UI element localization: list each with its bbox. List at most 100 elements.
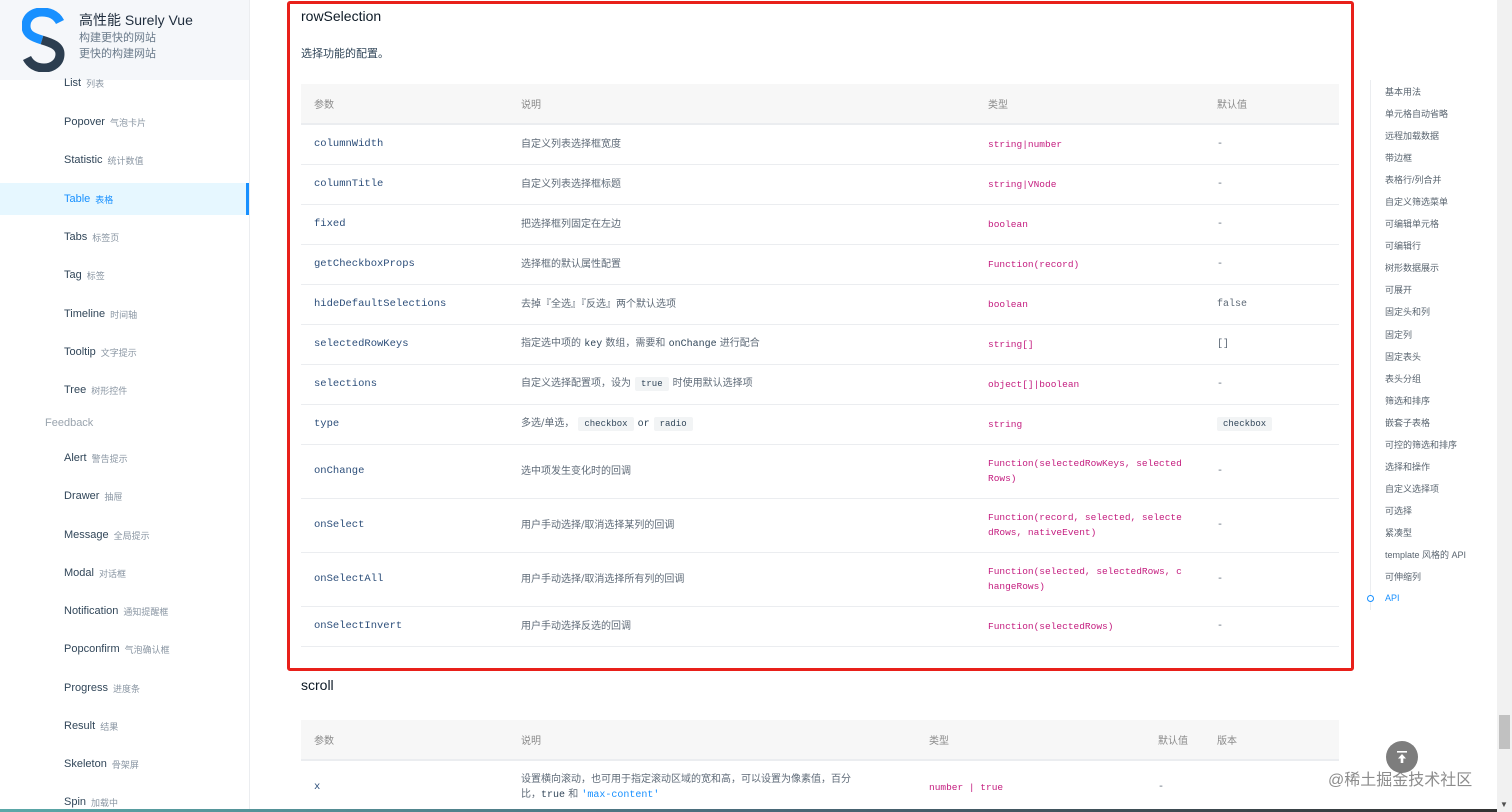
page-scrollbar[interactable]: ▼: [1497, 0, 1512, 812]
code-tag: checkbox: [1217, 416, 1273, 431]
sidebar-item-label: Alert: [64, 452, 87, 464]
toc-item[interactable]: 固定表头: [1385, 350, 1421, 363]
param-default: -: [1204, 444, 1339, 499]
toc-item[interactable]: 筛选和排序: [1385, 394, 1430, 407]
sidebar-item-popconfirm[interactable]: Popconfirm 气泡确认框: [0, 633, 249, 665]
toc-item[interactable]: 可伸缩列: [1385, 570, 1421, 583]
inline-code: 'max-content': [581, 789, 660, 801]
param-name: type: [301, 404, 508, 445]
desc-text: 进行配合: [716, 338, 760, 349]
scroll-down-arrow-icon[interactable]: ▼: [1500, 800, 1508, 809]
sidebar-item-timeline[interactable]: Timeline 时间轴: [0, 298, 249, 330]
param-desc: 选中项发生变化时的回调: [508, 444, 975, 499]
param-desc: 去掉『全选』『反选』两个默认选项: [508, 284, 975, 325]
param-type: object[]|boolean: [975, 364, 1204, 405]
toc-item[interactable]: 选择和操作: [1385, 460, 1430, 473]
toc-item[interactable]: 可展开: [1385, 283, 1412, 296]
sidebar-item-tabs[interactable]: Tabs 标签页: [0, 221, 249, 253]
param-desc: 设置横向滚动，也可用于指定滚动区域的宽和高，可以设置为像素值，百分 比，true…: [508, 760, 916, 812]
sidebar-item-message[interactable]: Message 全局提示: [0, 519, 249, 551]
toc-item[interactable]: 可编辑行: [1385, 239, 1421, 252]
param-default: -: [1204, 364, 1339, 405]
table-row: columnTitle 自定义列表选择框标题 string|VNode -: [301, 164, 1339, 205]
sidebar-item-drawer[interactable]: Drawer 抽屉: [0, 480, 249, 512]
code-tag: radio: [653, 417, 693, 431]
param-name: onSelect: [301, 498, 508, 553]
toc-item[interactable]: 单元格自动省略: [1385, 107, 1448, 120]
param-type: string|VNode: [975, 164, 1204, 205]
toc-item[interactable]: 基本用法: [1385, 85, 1421, 98]
param-name: getCheckboxProps: [301, 244, 508, 285]
toc-item[interactable]: 自定义选择项: [1385, 482, 1439, 495]
column-header-version: 版本: [1204, 720, 1339, 761]
desc-text: 时使用默认选择项: [672, 378, 753, 389]
sidebar-item-notification[interactable]: Notification 通知提醒框: [0, 595, 249, 627]
column-header-param: 参数: [301, 720, 508, 761]
param-type: boolean: [975, 284, 1204, 325]
sidebar-item-cn: 进度条: [113, 683, 141, 694]
param-desc: 指定选中项的 key 数组，需要和 onChange 进行配合: [508, 324, 975, 365]
toc-item[interactable]: 可选择: [1385, 504, 1412, 517]
sidebar-item-statistic[interactable]: Statistic 统计数值: [0, 144, 249, 176]
toc-item[interactable]: 树形数据展示: [1385, 261, 1439, 274]
column-header-type: 类型: [975, 84, 1204, 125]
toc-item[interactable]: 嵌套子表格: [1385, 416, 1430, 429]
param-desc: 自定义列表选择框宽度: [508, 124, 975, 165]
toc-item[interactable]: 远程加载数据: [1385, 129, 1439, 142]
toc-item-active[interactable]: API: [1385, 593, 1400, 603]
inline-code: true: [541, 789, 566, 801]
sidebar-item-label: Tree: [64, 384, 87, 396]
sidebar-item-cn: 气泡卡片: [109, 117, 146, 128]
param-name: columnTitle: [301, 164, 508, 205]
param-name: onChange: [301, 444, 508, 499]
toc-item[interactable]: 带边框: [1385, 151, 1412, 164]
param-name: x: [301, 760, 508, 812]
scrollbar-thumb[interactable]: [1499, 715, 1510, 749]
toc-item[interactable]: 固定列: [1385, 328, 1412, 341]
toc-item[interactable]: 表格行/列合并: [1385, 173, 1442, 186]
sidebar-item-skeleton[interactable]: Skeleton 骨架屏: [0, 748, 249, 780]
param-desc: 自定义列表选择框标题: [508, 164, 975, 205]
param-name: onSelectAll: [301, 552, 508, 607]
sidebar-item-tooltip[interactable]: Tooltip 文字提示: [0, 336, 249, 368]
toc-item[interactable]: 自定义筛选菜单: [1385, 195, 1448, 208]
code-tag: checkbox: [578, 417, 634, 431]
column-header-desc: 说明: [508, 84, 975, 125]
sidebar-item-list[interactable]: List 列表: [0, 68, 249, 98]
sidebar-item-cn: 警告提示: [91, 453, 128, 464]
row-selection-title: rowSelection: [301, 8, 382, 24]
sidebar-item-alert[interactable]: Alert 警告提示: [0, 442, 249, 474]
param-name: selections: [301, 364, 508, 405]
table-row: fixed 把选择框列固定在左边 boolean -: [301, 204, 1339, 245]
desc-text: 比，: [521, 788, 541, 800]
sidebar-item-cn: 列表: [86, 78, 105, 89]
sidebar-item-tag[interactable]: Tag 标签: [0, 259, 249, 291]
toc-item[interactable]: template 风格的 API: [1385, 548, 1466, 561]
toc-item[interactable]: 紧凑型: [1385, 526, 1412, 539]
param-desc: 用户手动选择反选的回调: [508, 606, 975, 647]
toc-item[interactable]: 固定头和列: [1385, 305, 1430, 318]
desc-text: 数组，需要和: [602, 338, 669, 349]
sidebar-item-cn: 对话框: [98, 568, 126, 579]
sidebar-item-label: Progress: [64, 682, 109, 694]
sidebar-item-cn: 骨架屏: [111, 759, 139, 770]
sidebar-item-result[interactable]: Result 结果: [0, 710, 249, 742]
param-desc: 自定义选择配置项，设为 true 时使用默认选择项: [508, 364, 975, 405]
table-row: onSelect 用户手动选择/取消选择某列的回调 Function(recor…: [301, 498, 1339, 553]
sidebar-item-table[interactable]: Table 表格: [0, 183, 249, 215]
row-selection-api-table: 参数 说明 类型 默认值 columnWidth 自定义列表选择框宽度 stri…: [301, 84, 1339, 647]
sidebar-item-label: Drawer: [64, 490, 100, 502]
toc-item[interactable]: 可控的筛选和排序: [1385, 438, 1457, 451]
param-default: []: [1204, 324, 1339, 365]
toc-item[interactable]: 可编辑单元格: [1385, 217, 1439, 230]
param-type: number | true: [916, 760, 1145, 812]
brand-subtitle-1: 构建更快的网站: [79, 32, 156, 44]
sidebar-item-popover[interactable]: Popover 气泡卡片: [0, 106, 249, 138]
sidebar-item-modal[interactable]: Modal 对话框: [0, 557, 249, 589]
param-default: -: [1204, 498, 1339, 553]
sidebar-item-cn: 气泡确认框: [124, 644, 170, 655]
sidebar-item-tree[interactable]: Tree 树形控件: [0, 374, 249, 406]
param-type: string: [975, 404, 1204, 445]
toc-item[interactable]: 表头分组: [1385, 372, 1421, 385]
sidebar-item-progress[interactable]: Progress 进度条: [0, 672, 249, 704]
